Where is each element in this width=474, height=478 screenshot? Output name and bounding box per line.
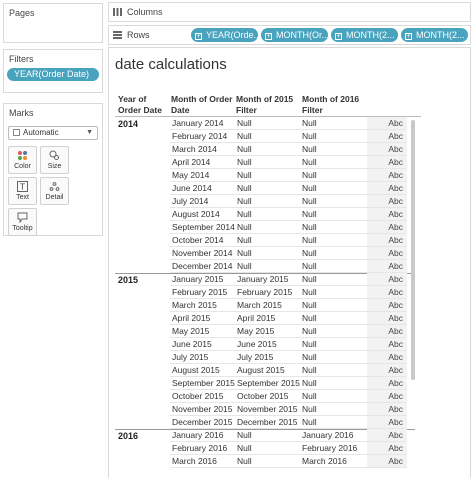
mark-type-dropdown[interactable]: Automatic ▼ (8, 126, 98, 140)
expand-icon: + (405, 33, 412, 40)
table-row[interactable]: February 2015 February 2015 Null Abc (109, 286, 470, 299)
year-group: 2016 January 2016 Null January 2016 Abc Febru… (109, 429, 470, 468)
vertical-scrollbar[interactable] (411, 120, 415, 380)
color-icon (17, 150, 28, 161)
text-icon: T (17, 181, 28, 192)
year-group: 2014 January 2014 Null Null Abc February 2014… (109, 117, 470, 273)
rows-icon (113, 31, 122, 39)
pages-panel[interactable]: Pages (3, 3, 103, 43)
automatic-mark-icon (13, 129, 20, 136)
table-row[interactable]: July 2015 July 2015 Null Abc (109, 351, 470, 364)
size-label: Size (47, 163, 62, 170)
columns-label: Columns (127, 7, 163, 17)
expand-icon: + (265, 33, 272, 40)
expand-icon: + (335, 33, 342, 40)
table-row[interactable]: September 2015 September 2015 Null Abc (109, 377, 470, 390)
table-row[interactable]: June 2014 Null Null Abc (109, 182, 470, 195)
rows-pill-month-2015-filter[interactable]: + MONTH(2... (331, 28, 398, 42)
marks-panel: Marks Automatic ▼ Color Size T Text Deta… (3, 103, 103, 236)
table-row[interactable]: May 2014 Null Null Abc (109, 169, 470, 182)
tooltip-button[interactable]: Tooltip (8, 208, 37, 236)
row-rule (170, 467, 407, 468)
rows-shelf[interactable]: Rows + YEAR(Orde... + MONTH(Or... + MONTH(2… (108, 25, 471, 45)
table-row[interactable]: December 2014 Null Null Abc (109, 260, 470, 273)
text-label: Text (16, 194, 29, 201)
rows-label: Rows (127, 30, 150, 40)
table-row[interactable]: July 2014 Null Null Abc (109, 195, 470, 208)
table-row[interactable]: October 2015 October 2015 Null Abc (109, 390, 470, 403)
table-row[interactable]: November 2014 Null Null Abc (109, 247, 470, 260)
table-row[interactable]: November 2015 November 2015 Null Abc (109, 403, 470, 416)
table-row[interactable]: January 2016 Null January 2016 Abc (109, 429, 470, 442)
tooltip-label: Tooltip (12, 225, 33, 232)
header-month-of-order-date[interactable]: Month of Order Date (171, 94, 232, 116)
table-row[interactable]: February 2016 Null February 2016 Abc (109, 442, 470, 455)
data-table: 2014 January 2014 Null Null Abc February 2014… (109, 117, 470, 468)
rows-pill-month-order-date[interactable]: + MONTH(Or... (261, 28, 328, 42)
pages-title: Pages (9, 8, 35, 18)
year-group: 2015 January 2015 January 2015 Null Abc Febru… (109, 273, 470, 429)
columns-shelf[interactable]: Columns (108, 2, 471, 22)
view-canvas[interactable]: date calculations Year of Order Date Mon… (108, 47, 471, 478)
table-row[interactable]: January 2015 January 2015 Null Abc (109, 273, 470, 286)
size-button[interactable]: Size (40, 146, 69, 174)
text-button[interactable]: T Text (8, 177, 37, 205)
tooltip-icon (17, 212, 28, 223)
header-year-of-order-date[interactable]: Year of Order Date (118, 94, 162, 116)
view-title: date calculations (115, 56, 227, 73)
rows-pill-month-2016-filter[interactable]: + MONTH(2... (401, 28, 468, 42)
expand-icon: + (195, 33, 202, 40)
table-row[interactable]: December 2015 December 2015 Null Abc (109, 416, 470, 429)
color-label: Color (14, 163, 31, 170)
columns-icon (113, 8, 122, 16)
header-month-of-2016-filter[interactable]: Month of 2016 Filter (302, 94, 359, 116)
detail-icon (49, 181, 60, 192)
table-row[interactable]: August 2015 August 2015 Null Abc (109, 364, 470, 377)
table-row[interactable]: June 2015 June 2015 Null Abc (109, 338, 470, 351)
table-row[interactable]: January 2014 Null Null Abc (109, 117, 470, 130)
chevron-down-icon: ▼ (86, 129, 93, 136)
mark-type-value: Automatic (23, 128, 59, 137)
filters-title: Filters (9, 54, 34, 64)
table-row[interactable]: February 2014 Null Null Abc (109, 130, 470, 143)
color-button[interactable]: Color (8, 146, 37, 174)
marks-title: Marks (9, 108, 34, 118)
table-row[interactable]: April 2015 April 2015 Null Abc (109, 312, 470, 325)
svg-text:T: T (19, 183, 25, 192)
detail-label: Detail (45, 194, 64, 201)
table-row[interactable]: September 2014 Null Null Abc (109, 221, 470, 234)
header-month-of-2015-filter[interactable]: Month of 2015 Filter (236, 94, 293, 116)
table-row[interactable]: October 2014 Null Null Abc (109, 234, 470, 247)
table-row[interactable]: August 2014 Null Null Abc (109, 208, 470, 221)
table-row[interactable]: March 2015 March 2015 Null Abc (109, 299, 470, 312)
filters-panel[interactable]: Filters YEAR(Order Date) (3, 49, 103, 93)
detail-button[interactable]: Detail (40, 177, 69, 205)
rows-pill-year-order-date[interactable]: + YEAR(Orde... (191, 28, 258, 42)
size-icon (49, 150, 60, 161)
table-row[interactable]: May 2015 May 2015 Null Abc (109, 325, 470, 338)
table-row[interactable]: April 2014 Null Null Abc (109, 156, 470, 169)
table-row[interactable]: March 2016 Null March 2016 Abc (109, 455, 470, 468)
table-row[interactable]: March 2014 Null Null Abc (109, 143, 470, 156)
filter-pill-year-order-date[interactable]: YEAR(Order Date) (7, 68, 99, 81)
